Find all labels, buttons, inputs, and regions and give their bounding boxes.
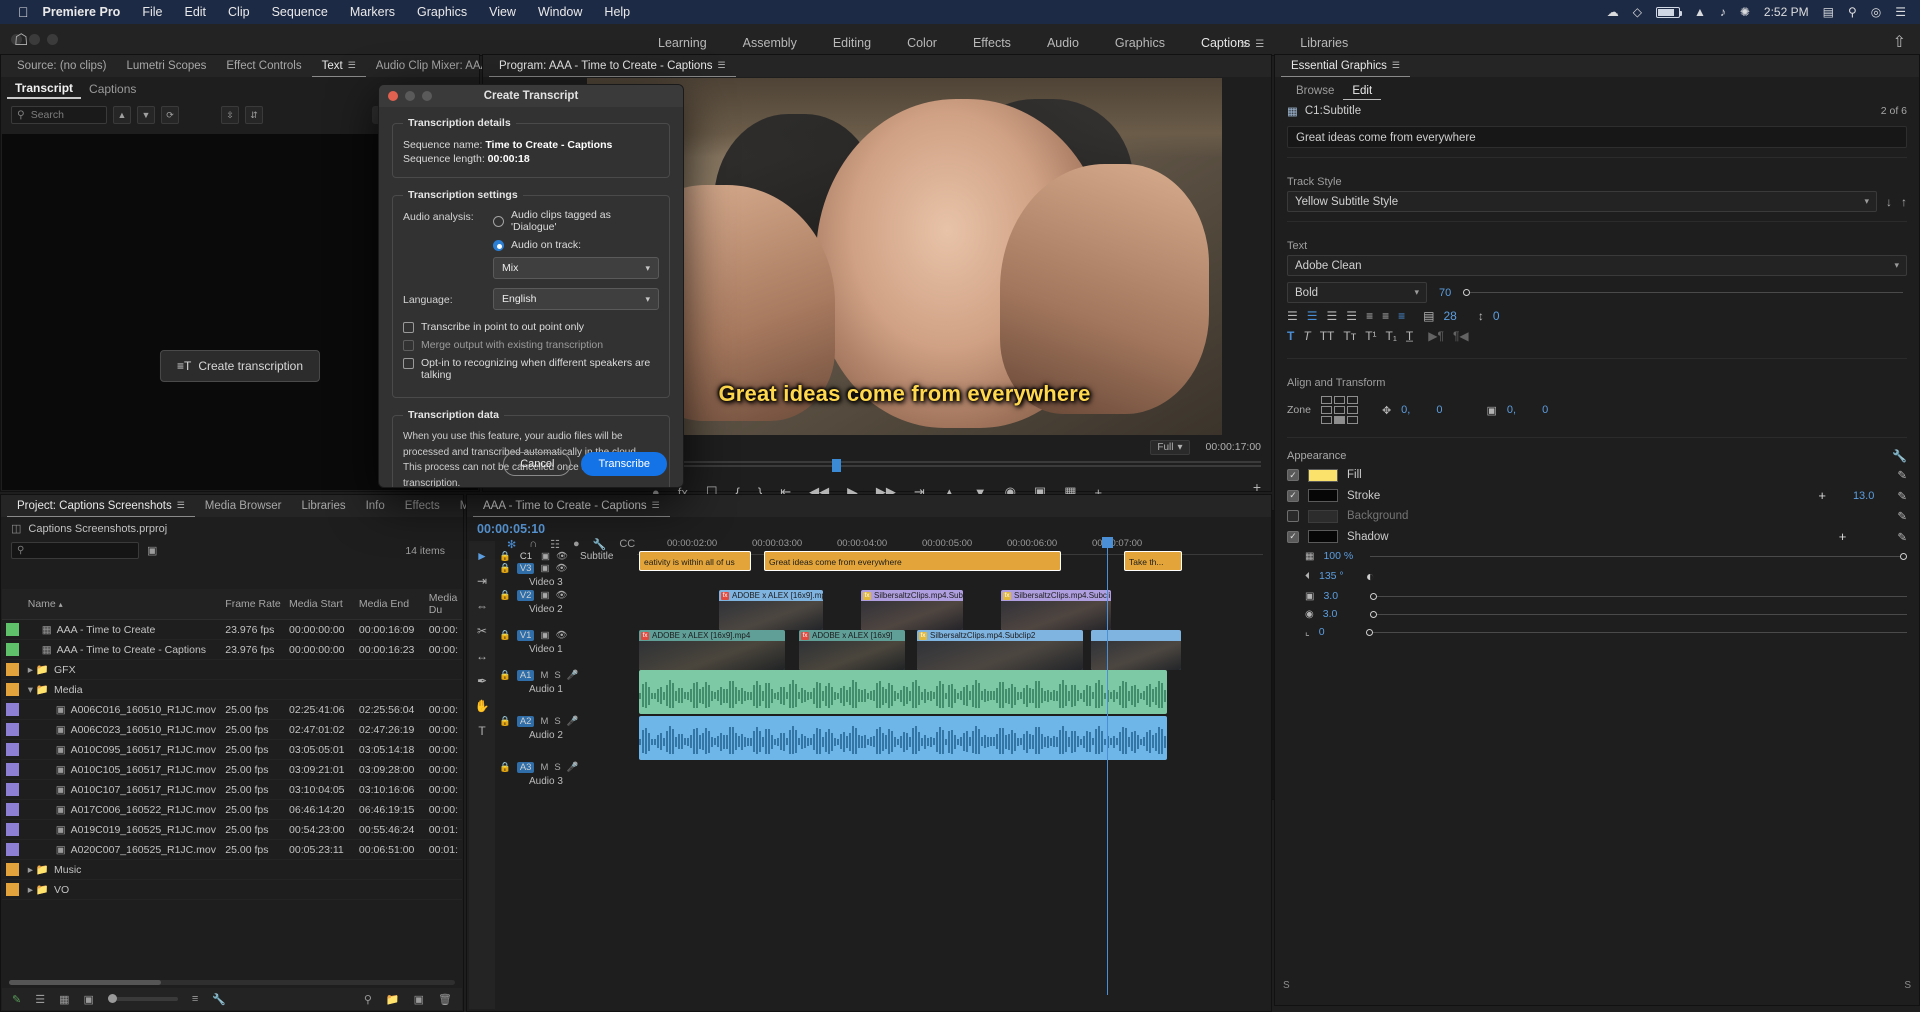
dialogue-radio[interactable] — [493, 216, 504, 227]
sequence-name-value: Time to Create - Captions — [485, 139, 612, 151]
checkbox-row-speakers[interactable]: Opt-in to recognizing when different spe… — [403, 357, 659, 381]
merge-output-checkbox[interactable] — [403, 340, 414, 351]
language-select[interactable]: English ▾ — [493, 288, 659, 310]
language-row: Language: English ▾ — [403, 288, 659, 310]
chevron-down-icon: ▾ — [645, 294, 650, 305]
radio-option-dialogue[interactable]: Audio clips tagged as 'Dialogue' — [493, 209, 659, 233]
dialog-body: Transcription details Sequence name: Tim… — [379, 107, 683, 488]
dialog-title-bar: Create Transcript — [379, 85, 683, 107]
audio-analysis-row: Audio analysis: Audio clips tagged as 'D… — [403, 209, 659, 279]
dialog-footer: Cancel Transcribe — [379, 441, 683, 487]
checkbox-row-in-out[interactable]: Transcribe in point to out point only — [403, 321, 659, 333]
audio-analysis-label: Audio analysis: — [403, 209, 485, 279]
sequence-length-line: Sequence length: 00:00:18 — [403, 153, 659, 165]
sequence-length-value: 00:00:18 — [488, 153, 530, 165]
modal-overlay — [0, 0, 1920, 1012]
create-transcript-dialog: Create Transcript Transcription details … — [378, 84, 684, 488]
sequence-name-line: Sequence name: Time to Create - Captions — [403, 139, 659, 151]
transcription-details-legend: Transcription details — [403, 117, 516, 129]
speaker-recognition-checkbox[interactable] — [403, 358, 414, 369]
transcribe-in-out-checkbox[interactable] — [403, 322, 414, 333]
transcription-data-legend: Transcription data — [403, 409, 504, 421]
transcription-settings-legend: Transcription settings — [403, 189, 523, 201]
transcription-settings-group: Transcription settings Audio analysis: A… — [392, 189, 670, 398]
audio-track-select[interactable]: Mix ▾ — [493, 257, 659, 279]
chevron-down-icon: ▾ — [645, 263, 650, 274]
radio-option-track[interactable]: Audio on track: — [493, 239, 659, 251]
checkbox-row-merge[interactable]: Merge output with existing transcription — [403, 339, 659, 351]
dialog-title: Create Transcript — [379, 90, 683, 102]
language-label: Language: — [403, 292, 485, 306]
track-radio[interactable] — [493, 240, 504, 251]
transcribe-button[interactable]: Transcribe — [581, 452, 667, 476]
transcription-details-group: Transcription details Sequence name: Tim… — [392, 117, 670, 178]
cancel-button[interactable]: Cancel — [503, 452, 571, 476]
